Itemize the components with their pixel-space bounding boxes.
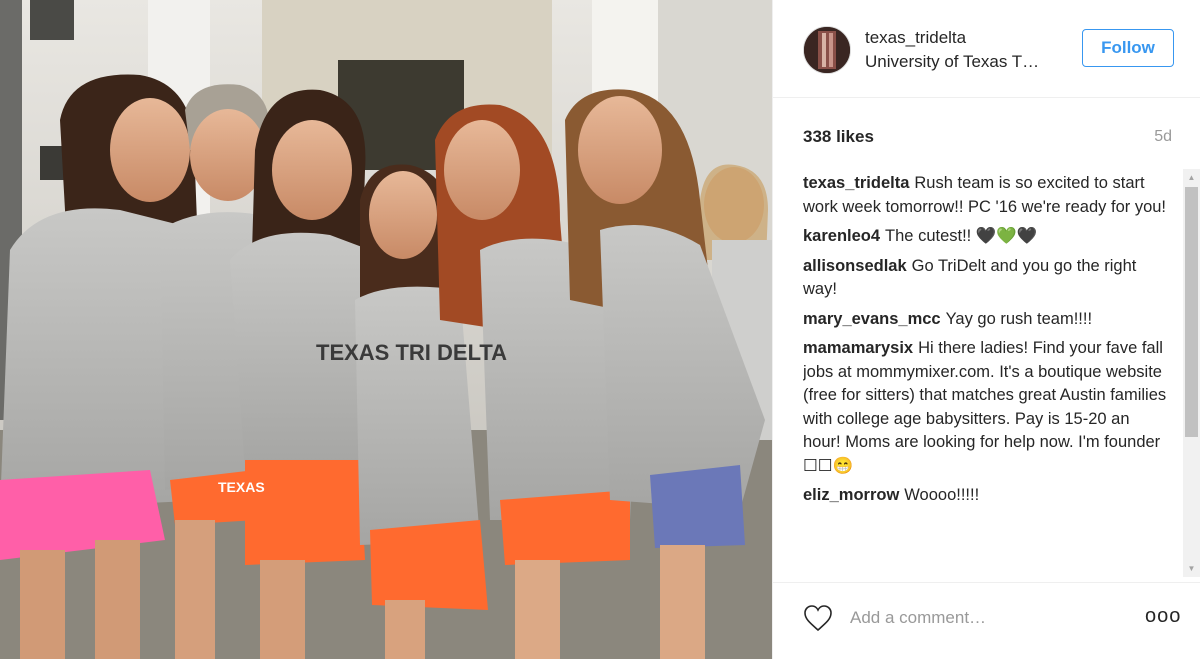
shorts-6	[650, 465, 745, 548]
likes-count[interactable]: 338 likes	[803, 127, 874, 147]
comment-username[interactable]: eliz_morrow	[803, 486, 899, 504]
avatar-image	[804, 27, 850, 73]
scrollbar-thumb[interactable]	[1185, 187, 1198, 437]
group-photo-illustration: TEXAS TRI DELTA TEXAS	[0, 0, 772, 659]
comment-text: Hi there ladies! Find your fave fall job…	[803, 339, 1167, 475]
leg-5	[515, 560, 560, 659]
post-location[interactable]: University of Texas T…	[865, 52, 1060, 72]
shirt-4	[355, 286, 480, 545]
post-details-panel: texas_tridelta University of Texas T… Fo…	[772, 0, 1200, 659]
comments-list: texas_tridelta Rush team is so excited to…	[803, 172, 1168, 572]
add-comment-input[interactable]	[848, 602, 1112, 634]
comment: mamamarysix Hi there ladies! Find your fa…	[803, 337, 1168, 478]
comment-username[interactable]: karenleo4	[803, 227, 880, 245]
shorts-lettering: TEXAS	[218, 479, 265, 495]
leg-6	[660, 545, 705, 659]
face-3	[272, 120, 352, 220]
comment: mary_evans_mcc Yay go rush team!!!!	[803, 308, 1168, 332]
shorts-4	[370, 520, 488, 610]
leg-2	[175, 520, 215, 659]
heart-icon[interactable]	[803, 604, 833, 632]
scroll-down-arrow-icon[interactable]: ▼	[1183, 560, 1200, 577]
post-username[interactable]: texas_tridelta	[865, 28, 966, 48]
shorts-3	[245, 460, 365, 565]
comment: karenleo4 The cutest!! 🖤💚🖤	[803, 225, 1168, 249]
post-photo[interactable]: TEXAS TRI DELTA TEXAS	[0, 0, 772, 659]
face-5	[444, 120, 520, 220]
comment-text: Yay go rush team!!!!	[945, 309, 1093, 328]
face-6	[578, 96, 662, 204]
post-header: texas_tridelta University of Texas T… Fo…	[773, 0, 1200, 98]
comment-text: The cutest!! 🖤💚🖤	[885, 227, 1038, 245]
leg-4	[385, 600, 425, 659]
comments-scrollbar[interactable]: ▲ ▼	[1183, 169, 1200, 577]
face-1	[110, 98, 190, 202]
more-options-icon[interactable]: ooo	[1145, 606, 1181, 626]
leg-1a	[20, 550, 65, 659]
scroll-up-arrow-icon[interactable]: ▲	[1183, 169, 1200, 186]
post-footer: ooo	[773, 582, 1200, 659]
shorts-5	[500, 490, 630, 565]
face-4	[369, 171, 437, 259]
comment-caption: texas_tridelta Rush team is so excited to…	[803, 172, 1168, 219]
comment-username[interactable]: mary_evans_mcc	[803, 310, 941, 328]
follow-button[interactable]: Follow	[1082, 29, 1174, 67]
post-age[interactable]: 5d	[1154, 128, 1172, 146]
avatar[interactable]	[803, 26, 851, 74]
instagram-post: TEXAS TRI DELTA TEXAS texas_tridelta Uni…	[0, 0, 1200, 659]
leg-3	[260, 560, 305, 659]
leg-1b	[95, 540, 140, 659]
comment-username[interactable]: texas_tridelta	[803, 174, 909, 192]
lantern-left	[30, 0, 74, 40]
comment-username[interactable]: allisonsedlak	[803, 257, 907, 275]
comment-username[interactable]: mamamarysix	[803, 339, 913, 357]
comment: allisonsedlak Go TriDelt and you go the r…	[803, 255, 1168, 302]
shirt-lettering: TEXAS TRI DELTA	[316, 340, 507, 365]
comment: eliz_morrow Woooo!!!!!	[803, 484, 1168, 508]
comment-text: Woooo!!!!!	[904, 486, 980, 504]
